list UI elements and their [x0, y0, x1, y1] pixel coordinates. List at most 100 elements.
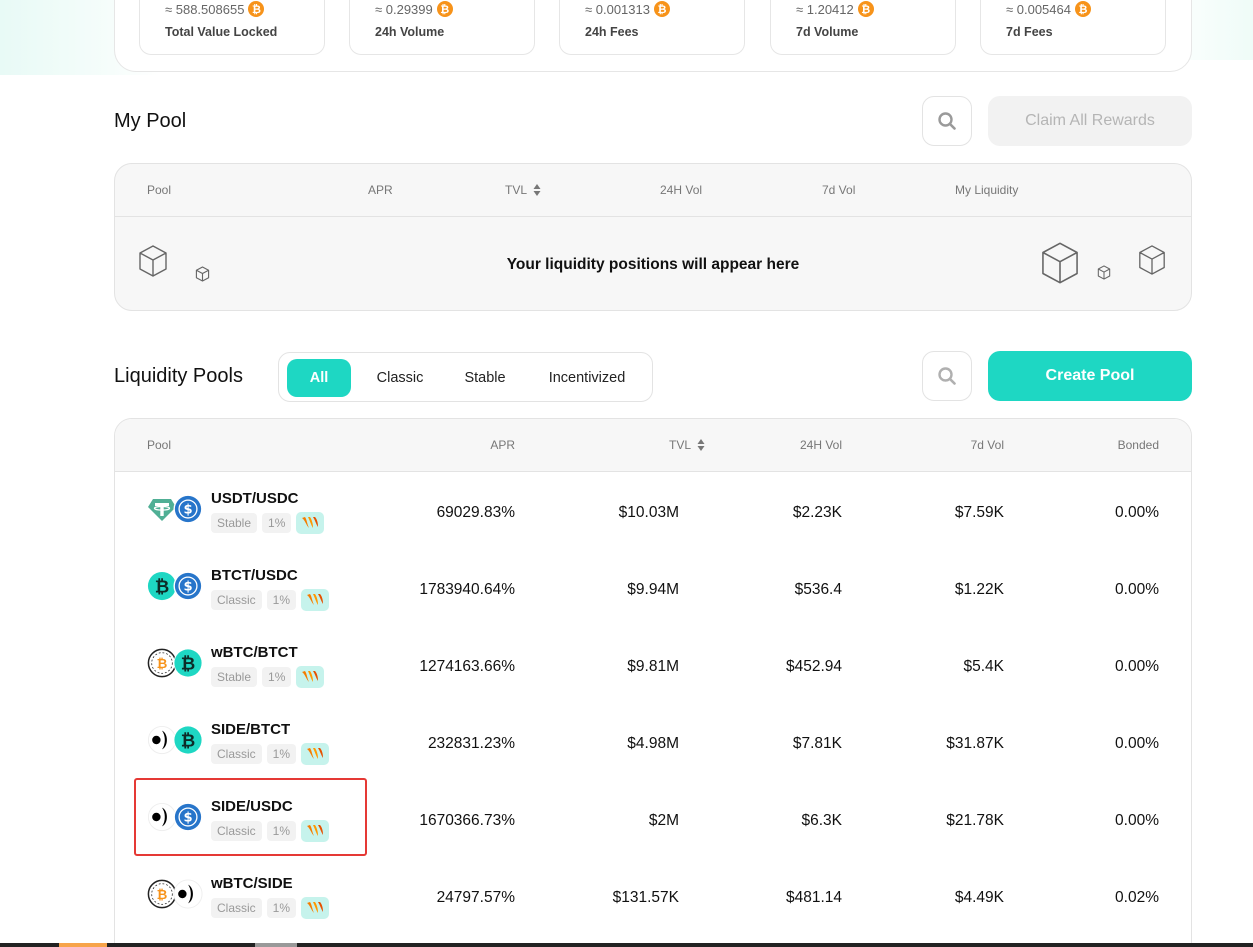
reward-token-icon — [307, 748, 324, 759]
stat-value: ≈ 588.508655 — [165, 1, 245, 17]
column-header-24h-vol: 24H Vol — [660, 183, 703, 197]
fee-badge: 1% — [262, 667, 292, 687]
incentive-badge — [296, 666, 325, 688]
pool-tvl: $131.57K — [612, 889, 679, 906]
incentive-badge — [296, 512, 325, 534]
pool-row-side-usdc[interactable]: $ SIDE/USDC Classic 1% 1670366.73% $2M $… — [115, 781, 1191, 858]
stat-value: ≈ 0.001313 — [585, 1, 650, 17]
pool-7d-vol: $21.78K — [946, 812, 1004, 829]
table-header: Pool APR TVL 24H Vol 7d Vol Bonded — [115, 419, 1191, 472]
pool-apr: 232831.23% — [427, 735, 515, 752]
column-header-pool: Pool — [147, 183, 172, 197]
pool-pair-name: wBTC/BTCT — [211, 644, 298, 661]
stat-card-24h-fees: ≈ 0.001313 ₿ 24h Fees — [559, 0, 745, 55]
pool-7d-vol: $31.87K — [946, 735, 1004, 752]
pool-row-wbtc-btct[interactable]: ₿ ₿ wBTC/BTCT Stable 1% 1274163.66% $9.8… — [115, 627, 1191, 704]
pool-tvl: $9.81M — [627, 658, 679, 675]
pool-row-btct-usdc[interactable]: ₿ $ BTCT/USDC Classic 1% 1783940.64% $9. — [115, 550, 1191, 627]
sort-icon — [697, 439, 705, 451]
stat-value: ≈ 0.29399 — [375, 1, 433, 17]
pool-7d-vol: $4.49K — [954, 889, 1004, 906]
tab-all[interactable]: All — [287, 359, 351, 397]
pool-pair-name: SIDE/BTCT — [211, 721, 291, 738]
column-header-tvl[interactable]: TVL — [505, 183, 541, 197]
svg-text:₿: ₿ — [181, 654, 196, 675]
token-pair-icons: ₿ $ — [147, 571, 205, 605]
tab-classic[interactable]: Classic — [361, 359, 439, 397]
search-icon — [938, 367, 956, 385]
incentive-badge — [301, 743, 330, 765]
pool-tvl: $2M — [648, 812, 679, 829]
pool-type-badge: Classic — [211, 590, 262, 610]
svg-text:$: $ — [183, 811, 192, 826]
search-icon — [938, 112, 956, 130]
pool-tvl: $4.98M — [627, 735, 679, 752]
column-header-label: TVL — [668, 438, 691, 452]
fee-badge: 1% — [262, 513, 292, 533]
pool-bonded: 0.00% — [1115, 812, 1159, 829]
pool-row-wbtc-side[interactable]: ₿ wBTC/SIDE Classic 1% 24797.57% $131.57… — [115, 858, 1191, 935]
column-header-7d-vol: 7d Vol — [970, 438, 1004, 452]
my-pool-search-button[interactable] — [922, 96, 972, 146]
incentive-badge — [301, 820, 330, 842]
pool-pair-name: SIDE/USDC — [211, 798, 293, 815]
taskbar-segment — [59, 943, 107, 947]
token-pair-icons: ₿ ₿ — [147, 648, 205, 682]
stat-card-24h-volume: ≈ 0.29399 ₿ 24h Volume — [349, 0, 535, 55]
column-header-bonded: Bonded — [1117, 438, 1159, 452]
pools-search-button[interactable] — [922, 351, 972, 401]
pool-7d-vol: $1.22K — [954, 581, 1004, 598]
cube-icon — [1139, 245, 1165, 275]
pool-filter-tabs: All Classic Stable Incentivized — [278, 352, 653, 402]
stats-panel: ≈ 588.508655 ₿ Total Value Locked ≈ 0.293… — [114, 0, 1192, 72]
my-pool-title: My Pool — [114, 110, 187, 132]
create-pool-button[interactable]: Create Pool — [988, 351, 1192, 401]
pool-apr: 1783940.64% — [419, 581, 515, 598]
pool-apr: 24797.57% — [436, 889, 515, 906]
pool-apr: 1670366.73% — [419, 812, 515, 829]
tab-stable[interactable]: Stable — [449, 359, 521, 397]
liquidity-pools-table: Pool APR TVL 24H Vol 7d Vol Bonded $ USD… — [114, 418, 1192, 947]
incentive-badge — [301, 589, 330, 611]
taskbar-segment — [255, 943, 297, 947]
usdc-icon: $ — [173, 494, 203, 524]
stat-label: 7d Volume — [796, 25, 859, 39]
pool-apr: 1274163.66% — [419, 658, 515, 675]
pool-tvl: $9.94M — [627, 581, 679, 598]
stat-value: ≈ 0.005464 — [1006, 1, 1071, 17]
btct-icon: ₿ — [173, 725, 203, 755]
pool-24h-vol: $6.3K — [801, 812, 842, 829]
reward-token-icon — [302, 517, 319, 528]
bitcoin-icon: ₿ — [248, 1, 265, 17]
cube-icon — [1042, 242, 1078, 284]
pool-type-badge: Classic — [211, 821, 262, 841]
pool-bonded: 0.00% — [1115, 581, 1159, 598]
token-pair-icons: $ — [147, 802, 205, 836]
claim-all-rewards-button[interactable]: Claim All Rewards — [988, 96, 1192, 146]
column-header-label: TVL — [505, 183, 528, 197]
pool-type-badge: Stable — [211, 513, 258, 533]
pool-row-side-btct[interactable]: ₿ SIDE/BTCT Classic 1% 232831.23% $4.98M… — [115, 704, 1191, 781]
bitcoin-icon: ₿ — [653, 1, 670, 17]
column-header-pool: Pool — [147, 438, 172, 452]
pool-bonded: 0.00% — [1115, 658, 1159, 675]
pool-row-usdt-usdc[interactable]: $ USDT/USDC Stable 1% 69029.83% $10.03M … — [115, 473, 1191, 550]
tab-incentivized[interactable]: Incentivized — [535, 359, 639, 397]
stat-card-7d-fees: ≈ 0.005464 ₿ 7d Fees — [980, 0, 1166, 55]
empty-state-message: Your liquidity positions will appear her… — [506, 256, 800, 273]
pool-pair-name: wBTC/SIDE — [211, 875, 293, 892]
svg-text:$: $ — [183, 580, 192, 595]
pool-24h-vol: $481.14 — [785, 889, 842, 906]
pool-apr: 69029.83% — [436, 504, 515, 521]
stat-label: 24h Volume — [375, 25, 445, 39]
column-header-tvl[interactable]: TVL — [669, 438, 705, 452]
stat-card-7d-volume: ≈ 1.20412 ₿ 7d Volume — [770, 0, 956, 55]
pool-24h-vol: $7.81K — [792, 735, 842, 752]
svg-text:₿: ₿ — [181, 731, 196, 752]
bitcoin-icon: ₿ — [436, 1, 453, 17]
column-header-7d-vol: 7d Vol — [822, 183, 856, 197]
pool-pair-name: BTCT/USDC — [211, 567, 298, 584]
pool-bonded: 0.00% — [1115, 735, 1159, 752]
my-pool-table: Pool APR TVL 24H Vol 7d Vol My Liquidity… — [114, 163, 1192, 311]
pool-24h-vol: $2.23K — [792, 504, 842, 521]
